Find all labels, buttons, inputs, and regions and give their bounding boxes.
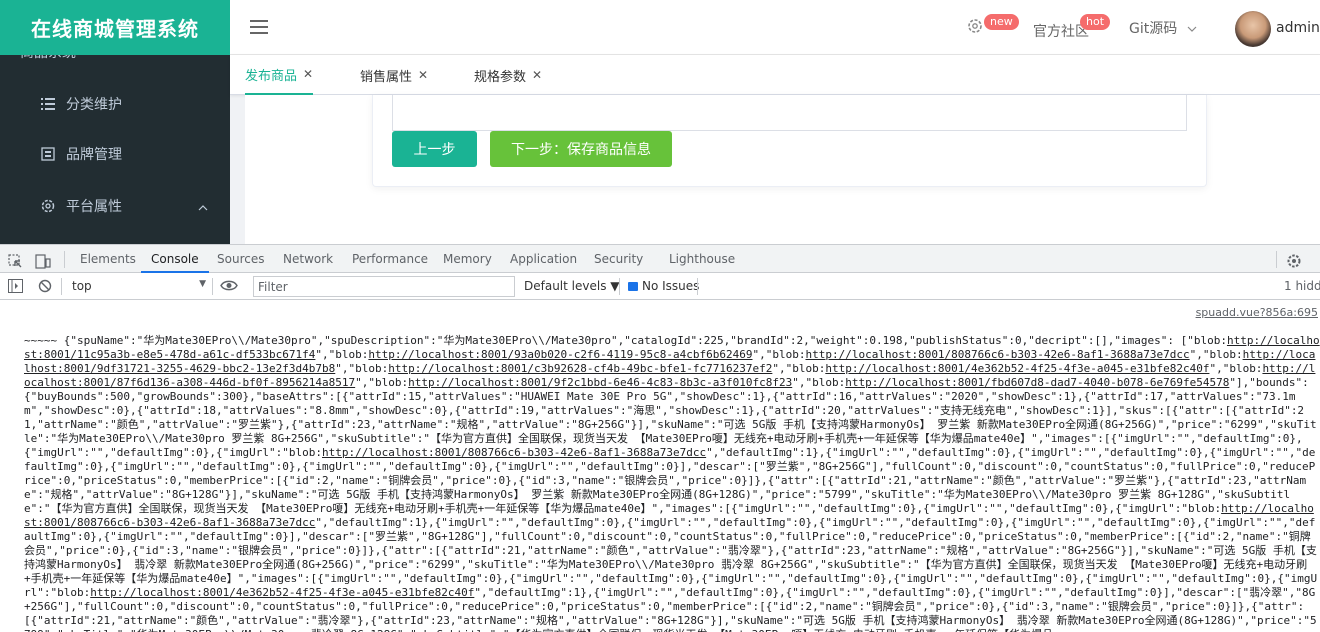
- devtools-panel: Elements Console Sources Network Perform…: [0, 244, 1320, 632]
- app-logo[interactable]: 在线商城管理系统: [0, 0, 230, 55]
- git-label: Git源码: [1129, 20, 1178, 37]
- sidebar-item-brand[interactable]: 品牌管理: [0, 129, 230, 179]
- tab-label: 发布商品: [245, 68, 298, 84]
- filter-input[interactable]: [253, 276, 515, 297]
- settings-gear-icon[interactable]: [1286, 251, 1302, 268]
- tab-lighthouse[interactable]: Lighthouse: [669, 245, 735, 273]
- community-link[interactable]: 官方社区: [1033, 3, 1089, 58]
- close-icon[interactable]: ✕: [418, 68, 428, 82]
- tab-performance[interactable]: Performance: [352, 245, 428, 273]
- chevron-down-icon: [1187, 20, 1197, 36]
- message-icon: [628, 281, 638, 291]
- tab-publish-product[interactable]: 发布商品 ✕: [245, 55, 314, 95]
- issues-label: No Issues: [642, 279, 700, 293]
- tab-security[interactable]: Security: [594, 245, 643, 273]
- sidebar-item-label: 平台属性: [66, 199, 122, 215]
- tab-sales-attrs[interactable]: 销售属性 ✕: [360, 55, 428, 95]
- hamburger-icon[interactable]: [250, 20, 268, 34]
- console-toolbar: top ▼ Default levels ▼ No Issues 1 hidde: [0, 273, 1320, 300]
- tab-label: 规格参数: [474, 69, 527, 85]
- tab-sources[interactable]: Sources: [217, 245, 264, 273]
- sidebar: 在线商城管理系统 商品系统 分类维护 品牌管理 平台属性: [0, 0, 230, 244]
- next-step-save-button[interactable]: 下一步：保存商品信息: [490, 131, 672, 167]
- clear-console-icon[interactable]: [38, 279, 52, 296]
- console-source-link[interactable]: spuadd.vue?856a:695: [1189, 306, 1320, 319]
- sidebar-item-platform-attrs[interactable]: 平台属性: [0, 181, 230, 231]
- sidebar-toggle-icon[interactable]: [8, 279, 23, 296]
- devtools-tabbar: Elements Console Sources Network Perform…: [0, 245, 1320, 273]
- tags-view: 发布商品 ✕ 销售属性 ✕ 规格参数 ✕: [230, 55, 1320, 95]
- issues-button[interactable]: No Issues: [628, 279, 699, 293]
- tab-label: 销售属性: [360, 69, 413, 85]
- navbar: new 官方社区 hot Git源码 admin: [230, 0, 1320, 55]
- close-icon[interactable]: ✕: [532, 68, 542, 82]
- tab-application[interactable]: Application: [510, 245, 577, 273]
- user-menu[interactable]: admin: [1276, 0, 1320, 55]
- chevron-up-icon: [198, 199, 208, 215]
- tab-memory[interactable]: Memory: [443, 245, 492, 273]
- eye-icon[interactable]: [220, 279, 238, 295]
- log-levels-dropdown[interactable]: Default levels ▼: [524, 279, 620, 293]
- username: admin: [1276, 19, 1320, 36]
- console-output: ~~~~~ {"spuName":"华为Mate30EPro\\/Mate30p…: [0, 302, 1320, 632]
- gear-icon: [40, 198, 56, 214]
- gear-icon: [966, 17, 984, 39]
- new-badge: new: [984, 14, 1019, 30]
- context-value: top: [72, 279, 92, 293]
- brand-icon: [40, 146, 56, 162]
- sidebar-item-label: 分类维护: [66, 97, 122, 113]
- form-panel: [392, 95, 1187, 131]
- tab-console[interactable]: Console: [141, 245, 209, 273]
- avatar[interactable]: [1235, 11, 1271, 47]
- device-toolbar-icon[interactable]: [35, 251, 51, 269]
- sidebar-item-category[interactable]: 分类维护: [0, 79, 230, 129]
- tab-elements[interactable]: Elements: [80, 245, 136, 273]
- tab-spec-params[interactable]: 规格参数 ✕: [474, 55, 542, 95]
- sidebar-item-label: 品牌管理: [66, 147, 122, 163]
- hot-badge: hot: [1080, 14, 1111, 30]
- app-window: 在线商城管理系统 商品系统 分类维护 品牌管理 平台属性: [0, 0, 1320, 244]
- console-log-message: ~~~~~ {"spuName":"华为Mate30EPro\\/Mate30p…: [24, 334, 1320, 632]
- settings-button[interactable]: [966, 0, 984, 55]
- caret-down-icon: ▼: [199, 279, 206, 289]
- context-selector[interactable]: top ▼: [72, 279, 206, 293]
- close-icon[interactable]: ✕: [303, 67, 313, 81]
- inspect-element-icon[interactable]: [8, 251, 23, 268]
- prev-step-button[interactable]: 上一步: [392, 131, 477, 167]
- git-dropdown[interactable]: Git源码: [1129, 0, 1197, 55]
- hidden-count: 1 hidde: [1284, 279, 1320, 293]
- list-icon: [40, 96, 56, 112]
- tab-network[interactable]: Network: [283, 245, 333, 273]
